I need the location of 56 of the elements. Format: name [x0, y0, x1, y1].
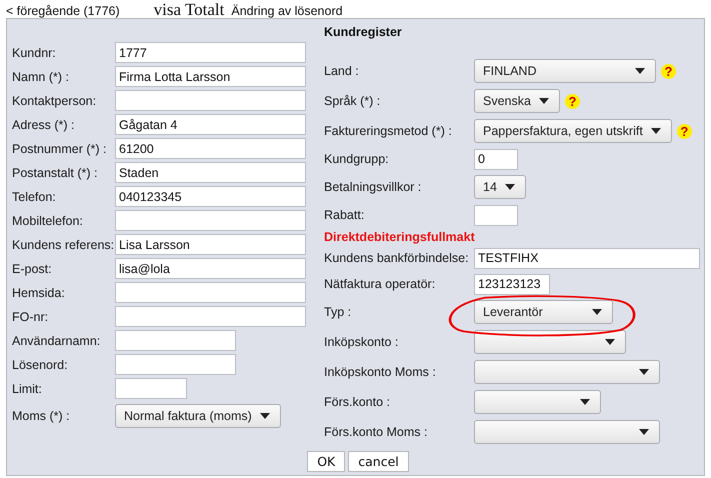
- input-field[interactable]: 040123345: [115, 186, 306, 207]
- input-field[interactable]: 61200: [115, 138, 306, 159]
- input-field[interactable]: Firma Lotta Larsson: [115, 66, 306, 87]
- field-label: Mobiltelefon:: [12, 214, 84, 228]
- field-label: Förs.konto Moms :: [324, 425, 428, 439]
- input-field[interactable]: 123123123: [474, 274, 550, 294]
- change-password-link[interactable]: Ändring av lösenord: [231, 4, 343, 18]
- field-label: Kundnr:: [12, 46, 57, 60]
- form-title: Kundregister: [324, 24, 403, 41]
- input-field[interactable]: Gågatan 4: [115, 114, 306, 135]
- field-label: Kontaktperson:: [12, 94, 98, 108]
- input-field[interactable]: TESTFIHX: [474, 248, 700, 268]
- dropdown[interactable]: FINLAND: [474, 59, 656, 83]
- input-field[interactable]: 1777: [115, 42, 306, 63]
- dropdown[interactable]: 14: [474, 175, 526, 199]
- field-label: Telefon:: [12, 190, 57, 204]
- section-heading: Direktdebiteringsfullmakt: [324, 230, 475, 244]
- dropdown[interactable]: Normal faktura (moms): [115, 404, 281, 428]
- field-label: FO-nr:: [12, 310, 50, 324]
- help-icon[interactable]: ?: [661, 64, 676, 78]
- cancel-button[interactable]: cancel: [348, 451, 409, 472]
- field-label: Språk (*) :: [324, 94, 382, 108]
- dropdown[interactable]: Leverantör: [474, 300, 613, 324]
- field-label: Postanstalt (*) :: [12, 166, 98, 180]
- field-label: Adress (*) :: [12, 118, 76, 132]
- field-label: Kundens bankförbindelse:: [324, 251, 470, 265]
- help-icon[interactable]: ?: [564, 94, 580, 108]
- dropdown[interactable]: Svenska: [474, 89, 560, 113]
- field-label: Typ :: [324, 305, 352, 319]
- field-label: Inköpskonto Moms :: [324, 365, 437, 379]
- field-label: Inköpskonto :: [324, 335, 400, 349]
- field-label: Lösenord:: [12, 358, 69, 372]
- input-field[interactable]: lisa@lola: [115, 258, 306, 279]
- field-label: Betalningsvillkor :: [324, 180, 422, 194]
- field-label: Postnummer (*) :: [12, 142, 108, 156]
- field-label: Kundgrupp:: [324, 152, 390, 166]
- help-icon[interactable]: ?: [676, 124, 692, 138]
- field-label: E-post:: [12, 262, 53, 276]
- field-label: Namn (*) :: [12, 70, 70, 84]
- input-field[interactable]: 0: [474, 148, 518, 170]
- field-label: Rabatt:: [324, 208, 366, 222]
- field-label: Moms (*) :: [12, 409, 71, 423]
- ok-button[interactable]: OK: [307, 451, 346, 472]
- input-field[interactable]: Lisa Larsson: [115, 234, 306, 255]
- field-label: Användarnamn:: [12, 334, 102, 348]
- field-label: Faktureringsmetod (*) :: [324, 124, 453, 138]
- field-label: Hemsida:: [12, 286, 66, 300]
- field-label: Nätfaktura operatör:: [324, 277, 436, 291]
- field-label: Limit:: [12, 382, 43, 396]
- field-label: Land :: [324, 64, 360, 78]
- previous-link[interactable]: < föregående (1776): [6, 4, 120, 18]
- input-field[interactable]: Staden: [115, 162, 306, 183]
- field-label: Kundens referens:: [12, 238, 115, 252]
- dropdown[interactable]: Pappersfaktura, egen utskrift: [474, 119, 672, 143]
- total-link[interactable]: visa Totalt: [154, 0, 224, 20]
- field-label: Förs.konto :: [324, 395, 391, 409]
